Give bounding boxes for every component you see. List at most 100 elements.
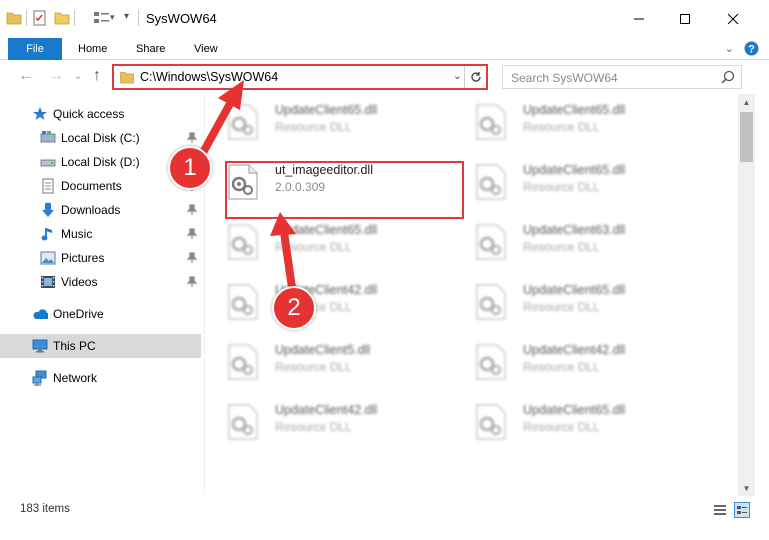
chevron-down-icon[interactable]: ▾ xyxy=(110,12,115,23)
back-arrow-icon[interactable]: ← xyxy=(18,67,34,85)
sidebar-item-music[interactable]: Music xyxy=(0,222,201,246)
drive-icon xyxy=(40,159,56,167)
sidebar-item-local-disk-c[interactable]: Local Disk (C:) xyxy=(0,126,201,150)
file-item[interactable]: UpdateClient42.dll Resource DLL xyxy=(205,394,445,446)
step-1-badge: 1 xyxy=(168,146,212,190)
ribbon-tabs: File Home Share View ⌄ ? xyxy=(0,38,769,60)
forward-arrow-icon[interactable]: → xyxy=(48,67,64,85)
scroll-up-icon[interactable]: ▲ xyxy=(738,94,755,110)
sidebar-item-label: Local Disk (D:) xyxy=(61,155,140,169)
search-icon[interactable] xyxy=(721,70,735,84)
computer-icon xyxy=(32,339,48,353)
refresh-button[interactable] xyxy=(464,66,486,88)
address-text[interactable]: C:\Windows\SysWOW64 xyxy=(140,70,278,84)
file-description: Resource DLL xyxy=(275,360,352,374)
minimize-button[interactable] xyxy=(616,0,662,38)
sidebar-item-label: Music xyxy=(61,227,93,241)
address-dropdown-icon[interactable]: ⌄ xyxy=(453,69,462,82)
file-item[interactable]: UpdateClient65.dll Resource DLL xyxy=(205,214,445,266)
file-item[interactable]: UpdateClient65.dll Resource DLL xyxy=(453,154,693,206)
folder-icon[interactable] xyxy=(6,10,22,26)
ribbon-controls: ⌄ ? xyxy=(725,41,759,56)
step-2-badge: 2 xyxy=(272,286,316,330)
tab-view[interactable]: View xyxy=(180,38,232,60)
dll-file-icon xyxy=(228,404,258,440)
dll-file-icon xyxy=(228,224,258,260)
sidebar-item-quick-access[interactable]: Quick access xyxy=(0,102,201,126)
sidebar-item-onedrive[interactable]: OneDrive xyxy=(0,302,201,326)
sidebar-item-network[interactable]: Network xyxy=(0,366,201,390)
file-item[interactable]: UpdateClient65.dll Resource DLL xyxy=(453,94,693,146)
file-item[interactable]: UpdateClient42.dll Resource DLL xyxy=(205,274,445,326)
sidebar-item-label: OneDrive xyxy=(53,307,104,321)
pin-icon[interactable] xyxy=(186,252,198,264)
close-button[interactable] xyxy=(710,0,756,38)
file-item[interactable]: UpdateClient65.dll Resource DLL xyxy=(205,94,445,146)
pin-icon[interactable] xyxy=(186,276,198,288)
pin-icon[interactable] xyxy=(186,204,198,216)
scroll-down-icon[interactable]: ▼ xyxy=(738,480,755,496)
file-item[interactable]: UpdateClient65.dll Resource DLL xyxy=(453,274,693,326)
file-item[interactable]: UpdateClient42.dll Resource DLL xyxy=(453,334,693,386)
tab-home[interactable]: Home xyxy=(64,38,121,60)
file-item[interactable]: UpdateClient65.dll Resource DLL xyxy=(453,394,693,446)
file-description: Resource DLL xyxy=(523,360,600,374)
dll-file-icon xyxy=(476,224,506,260)
dll-file-icon xyxy=(228,284,258,320)
customize-toolbar-icon[interactable] xyxy=(93,10,111,26)
tab-share[interactable]: Share xyxy=(122,38,179,60)
pictures-icon xyxy=(40,251,56,265)
address-bar[interactable]: C:\Windows\SysWOW64 ⌄ xyxy=(112,64,488,90)
file-description: Resource DLL xyxy=(523,300,600,314)
file-name: UpdateClient42.dll xyxy=(523,343,626,357)
documents-icon xyxy=(42,178,54,194)
sidebar-item-label: Local Disk (C:) xyxy=(61,131,140,145)
title-bar: ▾ ▾ SysWOW64 xyxy=(0,0,769,38)
tiles-view-icon[interactable] xyxy=(734,502,750,518)
vertical-scrollbar[interactable]: ▲ ▼ xyxy=(738,94,755,496)
sidebar-item-this-pc[interactable]: This PC xyxy=(0,334,201,358)
maximize-button[interactable] xyxy=(662,0,708,38)
file-description: Resource DLL xyxy=(523,120,600,134)
properties-icon[interactable] xyxy=(32,10,48,26)
sidebar-item-downloads[interactable]: Downloads xyxy=(0,198,201,222)
new-folder-icon[interactable] xyxy=(54,10,70,26)
pin-icon[interactable] xyxy=(186,228,198,240)
file-description: Resource DLL xyxy=(523,420,600,434)
navigation-bar: ← → ⌄ ↑ C:\Windows\SysWOW64 ⌄ Search Sys… xyxy=(0,60,769,94)
file-description: Resource DLL xyxy=(275,240,352,254)
sidebar-item-videos[interactable]: Videos xyxy=(0,270,201,294)
minimize-icon xyxy=(634,18,644,20)
pin-icon[interactable] xyxy=(186,132,198,144)
file-description: Resource DLL xyxy=(275,420,352,434)
help-icon[interactable]: ? xyxy=(744,41,759,56)
svg-text:?: ? xyxy=(748,44,755,56)
refresh-icon xyxy=(470,72,481,82)
up-arrow-icon[interactable]: ↑ xyxy=(93,67,101,85)
sidebar-item-label: Videos xyxy=(61,275,98,289)
expand-ribbon-icon[interactable]: ⌄ xyxy=(725,42,734,55)
file-item[interactable]: UpdateClient63.dll Resource DLL xyxy=(453,214,693,266)
sidebar-item-pictures[interactable]: Pictures xyxy=(0,246,201,270)
dll-file-icon xyxy=(476,344,506,380)
tab-file[interactable]: File xyxy=(8,38,62,60)
dll-file-icon xyxy=(476,404,506,440)
maximize-icon xyxy=(680,14,690,24)
details-view-icon[interactable] xyxy=(712,502,728,518)
divider xyxy=(74,10,75,26)
qa-dropdown-icon[interactable]: ▾ xyxy=(124,11,129,22)
dll-file-icon xyxy=(476,104,506,140)
divider xyxy=(26,10,27,26)
recent-locations-icon[interactable]: ⌄ xyxy=(74,71,82,82)
drive-icon xyxy=(40,131,56,143)
file-name: UpdateClient65.dll xyxy=(523,403,626,417)
search-input[interactable]: Search SysWOW64 xyxy=(502,65,742,89)
sidebar-item-label: Quick access xyxy=(53,107,125,121)
file-description: Resource DLL xyxy=(523,180,600,194)
sidebar-item-label: Pictures xyxy=(61,251,105,265)
folder-icon xyxy=(120,72,134,84)
window-title: SysWOW64 xyxy=(146,11,217,26)
file-item[interactable]: UpdateClient5.dll Resource DLL xyxy=(205,334,445,386)
scroll-thumb[interactable] xyxy=(740,112,753,162)
file-description: Resource DLL xyxy=(523,240,600,254)
